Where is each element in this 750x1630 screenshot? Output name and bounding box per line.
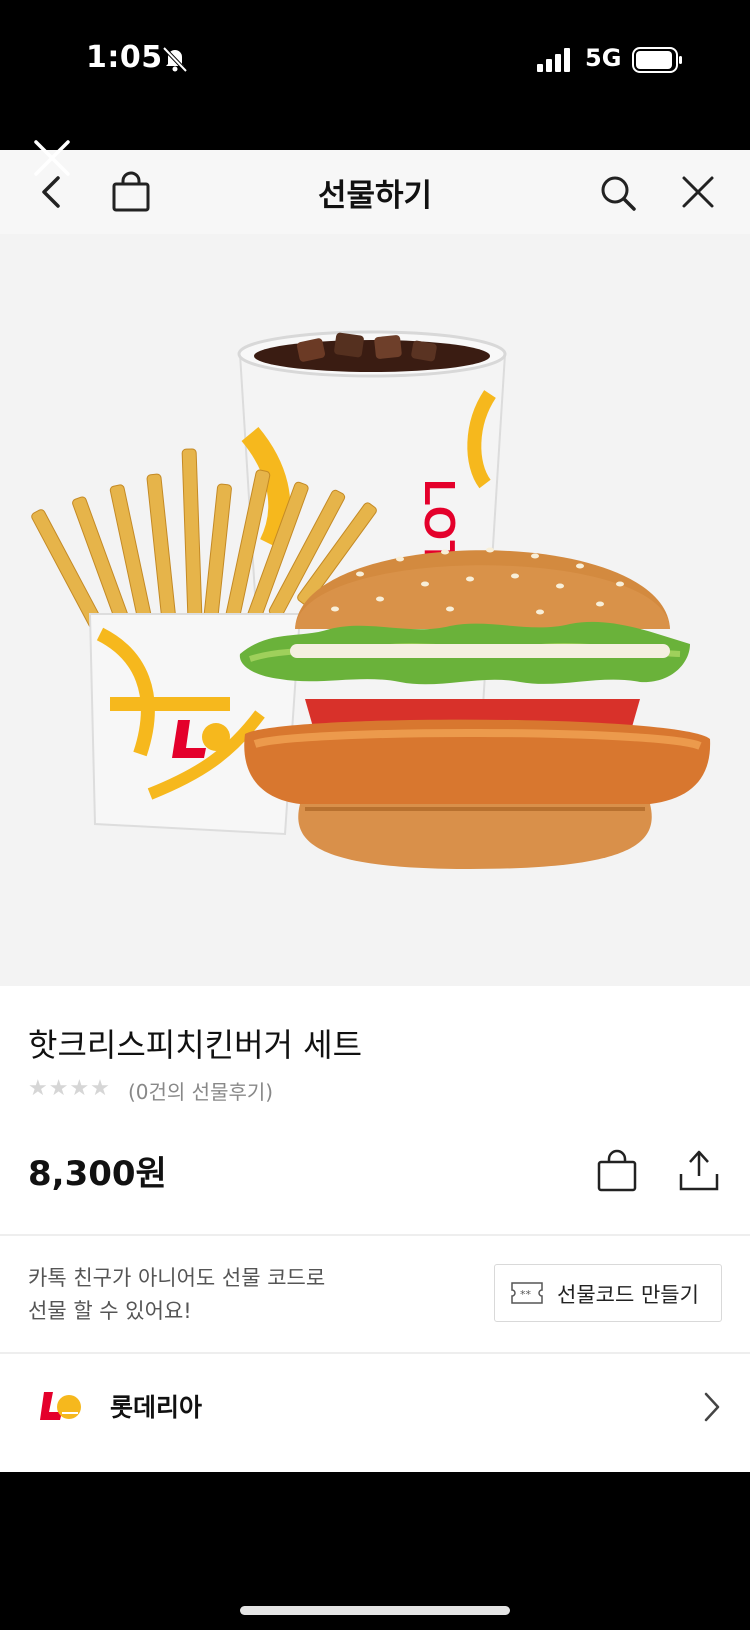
battery-icon <box>632 47 682 73</box>
add-to-bag-icon[interactable] <box>596 1148 638 1192</box>
chevron-right-icon <box>704 1392 720 1422</box>
svg-text:**: ** <box>520 1288 532 1301</box>
ticket-icon: ** <box>511 1282 543 1304</box>
share-icon[interactable] <box>678 1148 720 1192</box>
close-icon[interactable] <box>678 170 718 214</box>
gift-info-line2: 선물 할 수 있어요! <box>28 1299 192 1323</box>
product-info: 핫크리스피치킨버거 세트 ★★★★ (0건의 선물후기) 8,300원 카톡 친… <box>0 986 750 1472</box>
review-count-link[interactable]: (0건의 선물후기) <box>128 1076 273 1105</box>
signal-icon <box>537 48 570 72</box>
home-indicator[interactable] <box>240 1606 510 1615</box>
product-price: 8,300원 <box>28 1154 167 1194</box>
gift-info-line1: 카톡 친구가 아니어도 선물 코드로 <box>28 1266 326 1290</box>
brand-row[interactable]: 롯데리아 <box>0 1354 750 1462</box>
status-time: 1:05 <box>86 40 163 75</box>
gift-code-info: 카톡 친구가 아니어도 선물 코드로 선물 할 수 있어요! <box>28 1262 468 1328</box>
product-image: LOTT <box>0 234 750 986</box>
overlay-close-icon[interactable] <box>32 138 72 178</box>
bell-off-icon <box>162 46 188 73</box>
network-label: 5G <box>585 44 622 72</box>
create-gift-code-button[interactable]: ** 선물코드 만들기 <box>494 1264 722 1322</box>
app-header: 선물하기 <box>0 150 750 234</box>
gift-code-button-label: 선물코드 만들기 <box>557 1283 699 1307</box>
brand-name: 롯데리아 <box>110 1393 203 1422</box>
divider <box>0 1234 750 1236</box>
rating-stars: ★★★★ <box>28 1076 111 1101</box>
search-icon[interactable] <box>598 170 638 214</box>
lotteria-logo <box>40 1392 81 1420</box>
product-name: 핫크리스피치킨버거 세트 <box>28 1026 363 1064</box>
status-bar: 1:05 5G <box>0 0 750 150</box>
product-illustration: LOTT <box>31 330 711 869</box>
